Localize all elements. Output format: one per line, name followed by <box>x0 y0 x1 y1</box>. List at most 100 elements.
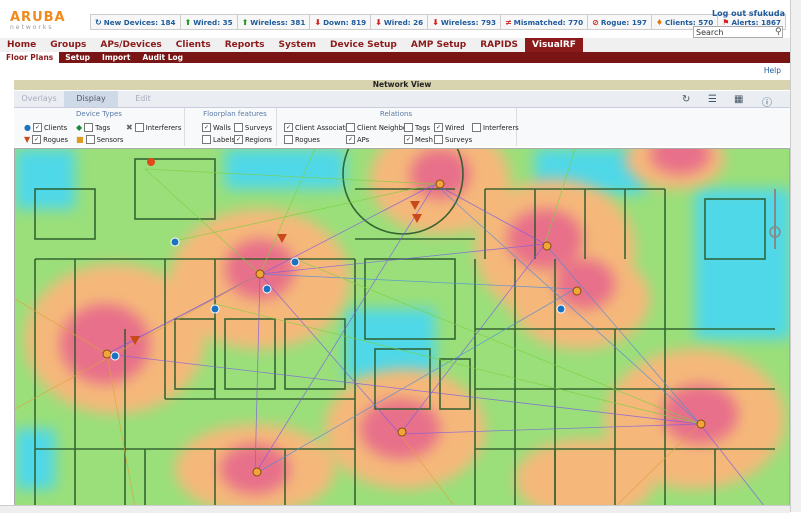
logout-link[interactable]: Log out sfukuda <box>712 9 785 18</box>
client-icon: ♦ <box>655 17 663 27</box>
access-point[interactable] <box>252 467 262 477</box>
rogues-checkbox[interactable]: ✓ <box>32 135 42 144</box>
heatmap-canvas <box>15 149 789 505</box>
tab-overlays[interactable]: Overlays <box>14 91 64 107</box>
client-neighbors-checkbox[interactable] <box>346 123 355 132</box>
mesh-checkbox[interactable]: ✓ <box>404 135 413 144</box>
filter-clients[interactable]: ● ✓ Clients <box>24 123 67 132</box>
sub-nav-tab-floor-plans[interactable]: Floor Plans <box>0 52 60 63</box>
search-icon[interactable]: ⚲ <box>775 27 782 37</box>
relation-tags-checkbox[interactable] <box>404 123 413 132</box>
floor-plan-map[interactable] <box>14 148 790 506</box>
vertical-scrollbar[interactable] <box>790 0 801 512</box>
status-item-label: Mismatched: 770 <box>513 17 584 27</box>
help-icon[interactable]: ⓘ <box>762 94 772 109</box>
filter-labels[interactable]: Labels <box>202 135 235 144</box>
filter-relation-surveys[interactable]: Surveys <box>434 135 472 144</box>
tab-display[interactable]: Display <box>64 91 118 107</box>
aps-checkbox[interactable]: ✓ <box>346 135 355 144</box>
status-item[interactable]: ⬆ Wireless: 381 <box>238 15 311 29</box>
main-nav-tab-home[interactable]: Home <box>0 38 43 52</box>
relation-interferers-checkbox[interactable] <box>472 123 481 132</box>
access-point[interactable] <box>542 241 552 251</box>
sub-nav-tab-import[interactable]: Import <box>96 52 136 63</box>
filter-rogues[interactable]: ▼ ✓ Rogues <box>24 135 68 144</box>
status-item[interactable]: ↻ New Devices: 184 <box>91 15 181 29</box>
relation-rogues-checkbox[interactable] <box>284 135 293 144</box>
filter-aps[interactable]: ✓ APs <box>346 135 369 144</box>
filter-relation-rogues[interactable]: Rogues <box>284 135 320 144</box>
filter-walls[interactable]: ✓ Walls <box>202 123 231 132</box>
sub-nav-tab-setup[interactable]: Setup <box>59 52 96 63</box>
wired-checkbox[interactable]: ✓ <box>434 123 443 132</box>
access-point[interactable] <box>255 269 265 279</box>
interferers-checkbox[interactable] <box>134 123 144 132</box>
device-types-group: Device Types ● ✓ Clients ◆ Tags ✖ Interferer… <box>14 108 185 146</box>
filter-relation-interferers[interactable]: Interferers <box>472 123 519 132</box>
main-nav-tab-amp-setup[interactable]: AMP Setup <box>404 38 473 52</box>
filter-regions[interactable]: ✓ Regions <box>234 135 272 144</box>
filter-interferers[interactable]: ✖ Interferers <box>126 123 181 132</box>
regions-label: Regions <box>245 135 272 144</box>
tag-icon: ◆ <box>76 123 83 132</box>
labels-label: Labels <box>213 135 235 144</box>
client-device[interactable] <box>290 257 300 267</box>
tab-edit[interactable]: Edit <box>118 91 168 107</box>
refresh-view-icon[interactable]: ↻ <box>682 94 690 105</box>
filter-wired[interactable]: ✓ Wired <box>434 123 465 132</box>
client-device[interactable] <box>170 237 180 247</box>
rogue-device[interactable] <box>147 158 155 166</box>
filter-client-association[interactable]: ✓ Client Association <box>284 123 356 132</box>
main-nav-tab-system[interactable]: System <box>272 38 324 52</box>
filter-tags[interactable]: ◆ Tags <box>76 123 110 132</box>
access-point[interactable] <box>435 179 445 189</box>
relation-surveys-checkbox[interactable] <box>434 135 443 144</box>
search-input[interactable]: Search <box>693 26 783 38</box>
arrow-down-icon: ⬇ <box>432 17 439 27</box>
floorplan-title: Floorplan features <box>203 110 267 118</box>
client-association-checkbox[interactable]: ✓ <box>284 123 293 132</box>
filter-mesh[interactable]: ✓ Mesh <box>404 135 433 144</box>
client-device[interactable] <box>556 304 566 314</box>
main-nav-tab-groups[interactable]: Groups <box>43 38 93 52</box>
network-view-title: Network View <box>14 80 790 90</box>
access-point[interactable] <box>397 427 407 437</box>
access-point[interactable] <box>572 286 582 296</box>
status-item[interactable]: ⬇ Down: 819 <box>310 15 372 29</box>
surveys-checkbox[interactable] <box>234 123 243 132</box>
sensors-checkbox[interactable] <box>85 135 95 144</box>
relation-tags-label: Tags <box>415 123 431 132</box>
access-point[interactable] <box>102 349 112 359</box>
main-nav-tab-aps-devices[interactable]: APs/Devices <box>93 38 168 52</box>
main-nav-tab-visualrf[interactable]: VisualRF <box>525 38 583 52</box>
walls-checkbox[interactable]: ✓ <box>202 123 211 132</box>
tags-checkbox[interactable] <box>84 123 94 132</box>
clients-checkbox[interactable]: ✓ <box>32 123 42 132</box>
client-device[interactable] <box>210 304 220 314</box>
main-nav-tab-device-setup[interactable]: Device Setup <box>323 38 404 52</box>
relation-surveys-label: Surveys <box>445 135 473 144</box>
sub-nav-tab-audit-log[interactable]: Audit Log <box>136 52 189 63</box>
filter-surveys[interactable]: Surveys <box>234 123 272 132</box>
client-device[interactable] <box>262 284 272 294</box>
labels-checkbox[interactable] <box>202 135 211 144</box>
regions-checkbox[interactable]: ✓ <box>234 135 243 144</box>
status-item[interactable]: ≠ Mismatched: 770 <box>501 15 589 29</box>
arrow-down-icon: ⬇ <box>375 17 382 27</box>
filter-relation-tags[interactable]: Tags <box>404 123 430 132</box>
main-nav-tab-reports[interactable]: Reports <box>218 38 272 52</box>
status-item[interactable]: ⊘ Rogue: 197 <box>588 15 652 29</box>
status-item[interactable]: ⬇ Wired: 26 <box>371 15 429 29</box>
help-link[interactable]: Help <box>764 66 781 75</box>
status-item-label: New Devices: 184 <box>103 17 176 27</box>
main-nav-tab-clients[interactable]: Clients <box>169 38 218 52</box>
status-item[interactable]: ⬇ Wireless: 793 <box>428 15 501 29</box>
list-icon[interactable]: ☰ <box>708 94 717 105</box>
client-device[interactable] <box>110 351 120 361</box>
access-point[interactable] <box>696 419 706 429</box>
status-item[interactable]: ⬆ Wired: 35 <box>181 15 238 29</box>
main-nav-tab-rapids[interactable]: RAPIDS <box>473 38 525 52</box>
filter-sensors[interactable]: ■ Sensors <box>76 135 123 144</box>
network-view-toolbar: Overlays Display Edit ↻ ☰ ▦ ⓘ <box>14 91 790 109</box>
save-icon[interactable]: ▦ <box>734 94 743 105</box>
